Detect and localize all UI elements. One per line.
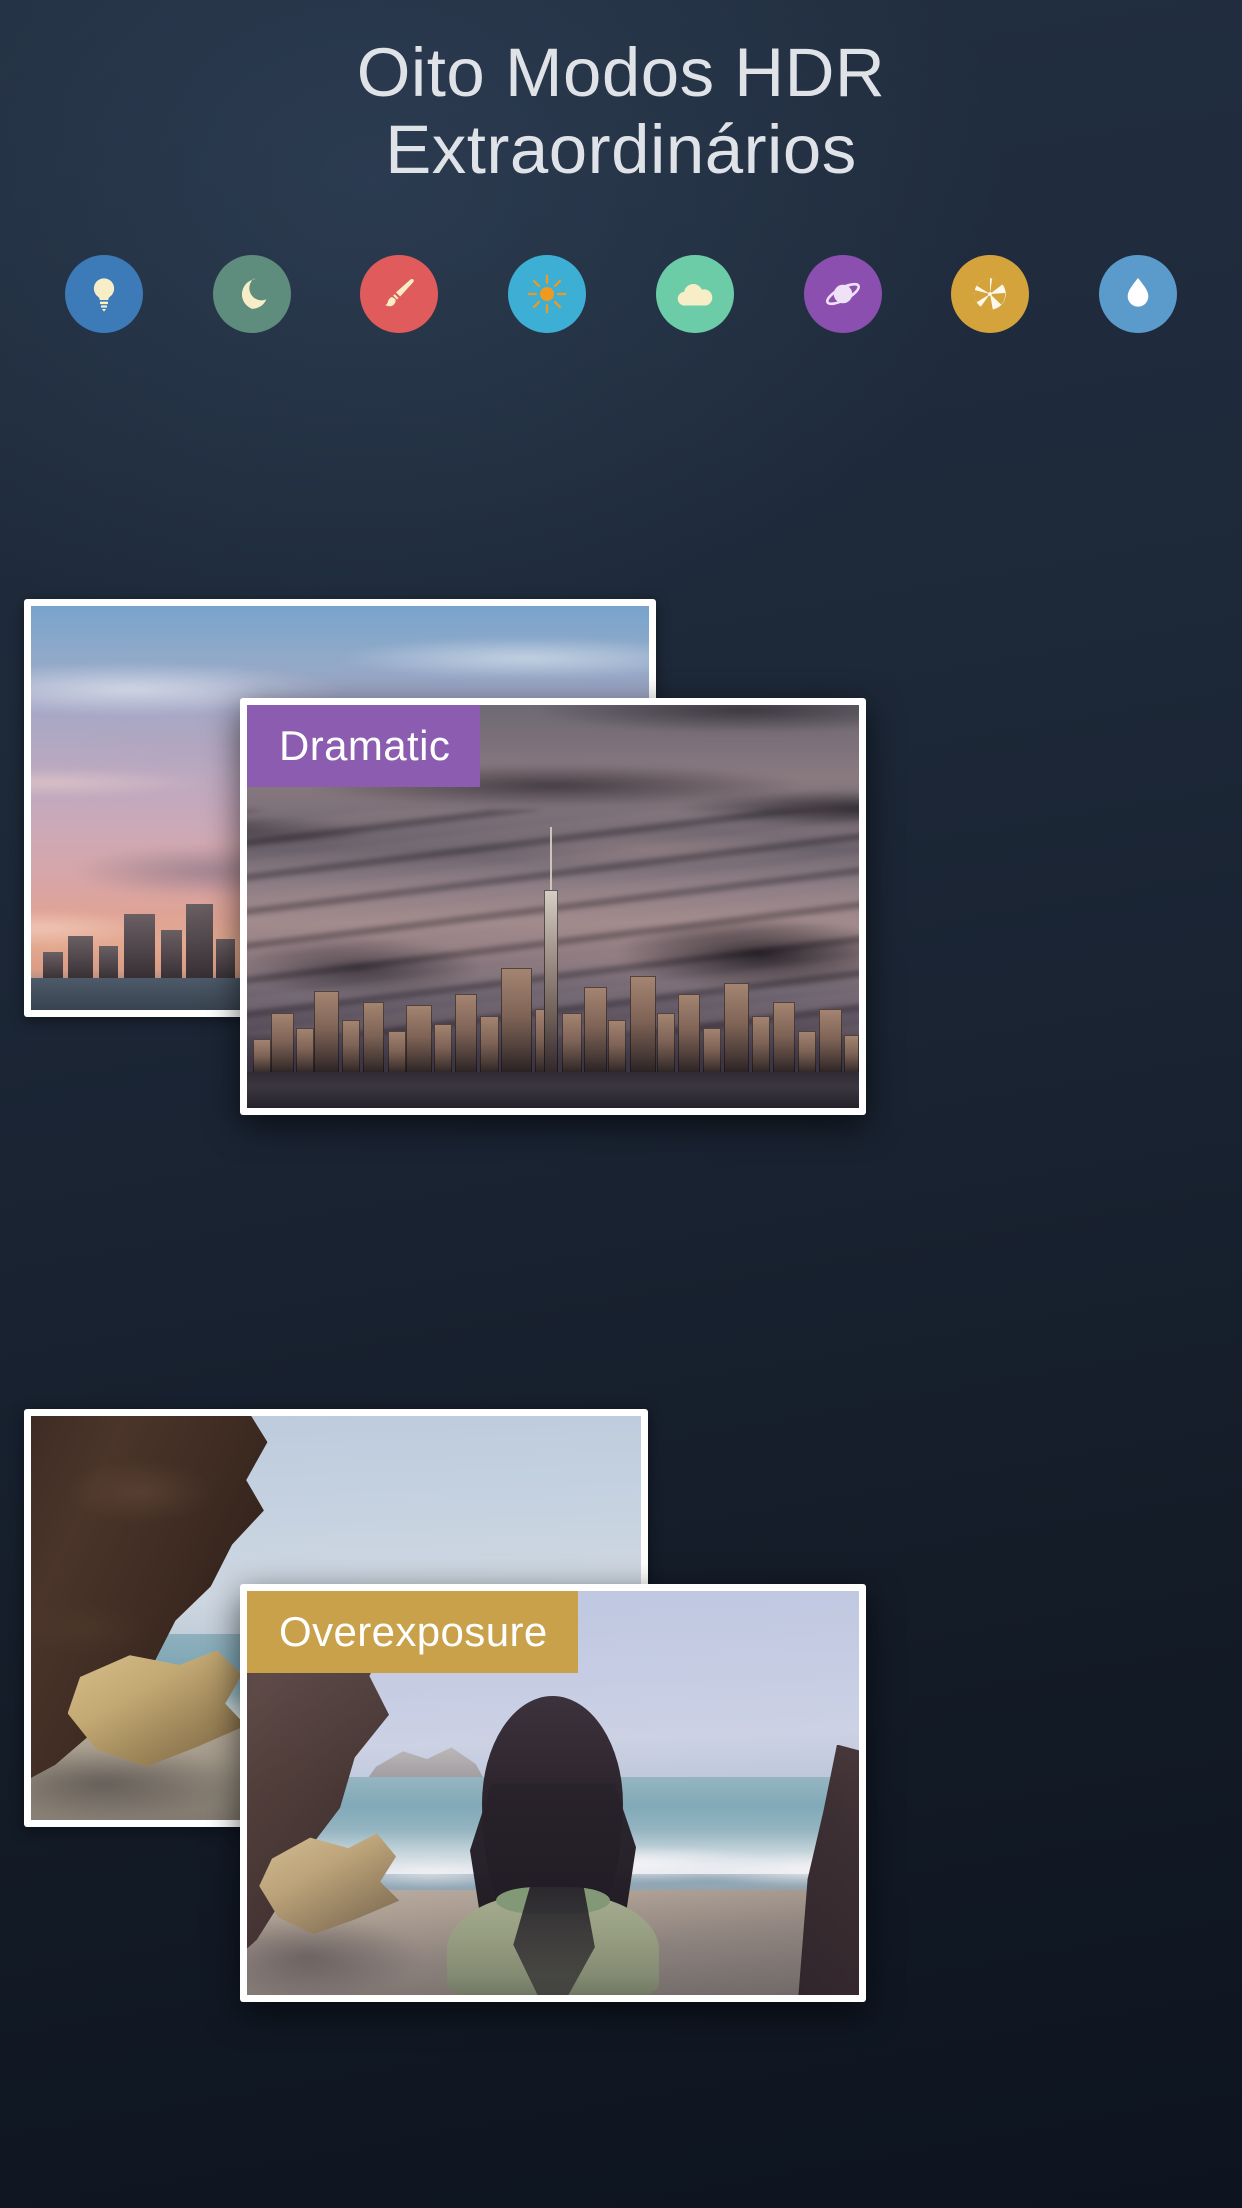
dramatic-skyline-buildings — [247, 827, 859, 1076]
mode-label-overexposure: Overexposure — [247, 1591, 578, 1673]
hdr-mode-moon[interactable] — [212, 254, 291, 333]
paintbrush-icon — [379, 274, 419, 314]
lightbulb-icon — [84, 274, 124, 314]
page-title-line-2: Extraordinários — [385, 111, 857, 189]
sun-icon — [526, 273, 568, 315]
hdr-mode-lightbulb[interactable] — [65, 254, 143, 333]
hdr-mode-sun[interactable] — [508, 254, 587, 333]
moon-icon — [232, 274, 272, 314]
mode-label-dramatic: Dramatic — [247, 705, 481, 787]
page-title-line-1: Oito Modos HDR — [356, 34, 886, 111]
hdr-mode-cloud[interactable] — [655, 254, 734, 333]
page-header: Oito Modos HDR Extraordinários — [0, 0, 1242, 189]
hdr-mode-icon-row — [61, 254, 1181, 333]
hdr-mode-aperture[interactable] — [951, 254, 1030, 333]
dramatic-water — [247, 1071, 859, 1108]
showcase-overexposure: Overexposure — [0, 1372, 1242, 2162]
photo-dramatic-hdr-skyline: Dramatic — [247, 705, 859, 1108]
showcase-dramatic: Dramatic — [0, 556, 1242, 1296]
one-world-trade-tower — [544, 827, 559, 1076]
cloud-icon — [674, 273, 716, 315]
photo-card-overexposure-front[interactable]: Overexposure — [240, 1584, 866, 2002]
planet-icon — [822, 273, 864, 315]
water-drop-icon — [1118, 274, 1158, 314]
beach-woman-figure — [443, 1696, 663, 1995]
hdr-mode-planet[interactable] — [803, 254, 882, 333]
aperture-icon — [969, 273, 1011, 315]
hdr-mode-paintbrush[interactable] — [360, 254, 439, 333]
hdr-mode-waterdrop[interactable] — [1098, 254, 1177, 333]
photo-card-dramatic-front[interactable]: Dramatic — [240, 698, 866, 1115]
photo-beach-woman: Overexposure — [247, 1591, 859, 1995]
